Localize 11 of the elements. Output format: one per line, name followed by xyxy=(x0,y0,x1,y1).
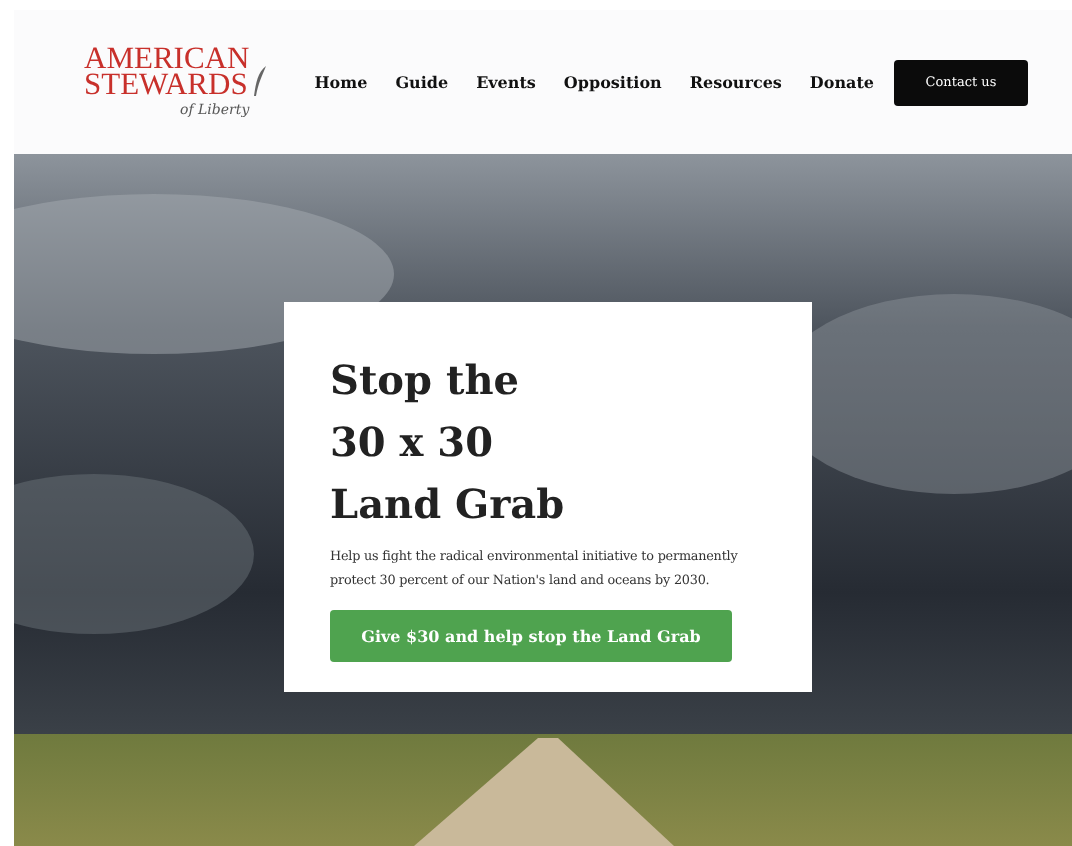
nav-link[interactable]: Guide xyxy=(395,72,449,92)
logo-text: AMERICAN xyxy=(84,46,250,72)
nav-link[interactable]: Resources xyxy=(689,72,782,92)
nav-link[interactable]: Events xyxy=(476,72,536,92)
promo-heading: 30 x 30 xyxy=(330,416,496,470)
promo-heading: Land Grab xyxy=(330,478,565,532)
nav-link[interactable]: Donate xyxy=(809,72,874,92)
nav-link[interactable]: Opposition xyxy=(563,72,662,92)
logo-text: STEWARDS xyxy=(84,72,248,98)
promo-heading: Stop the xyxy=(330,354,521,408)
nav-link[interactable]: Home xyxy=(314,72,368,92)
